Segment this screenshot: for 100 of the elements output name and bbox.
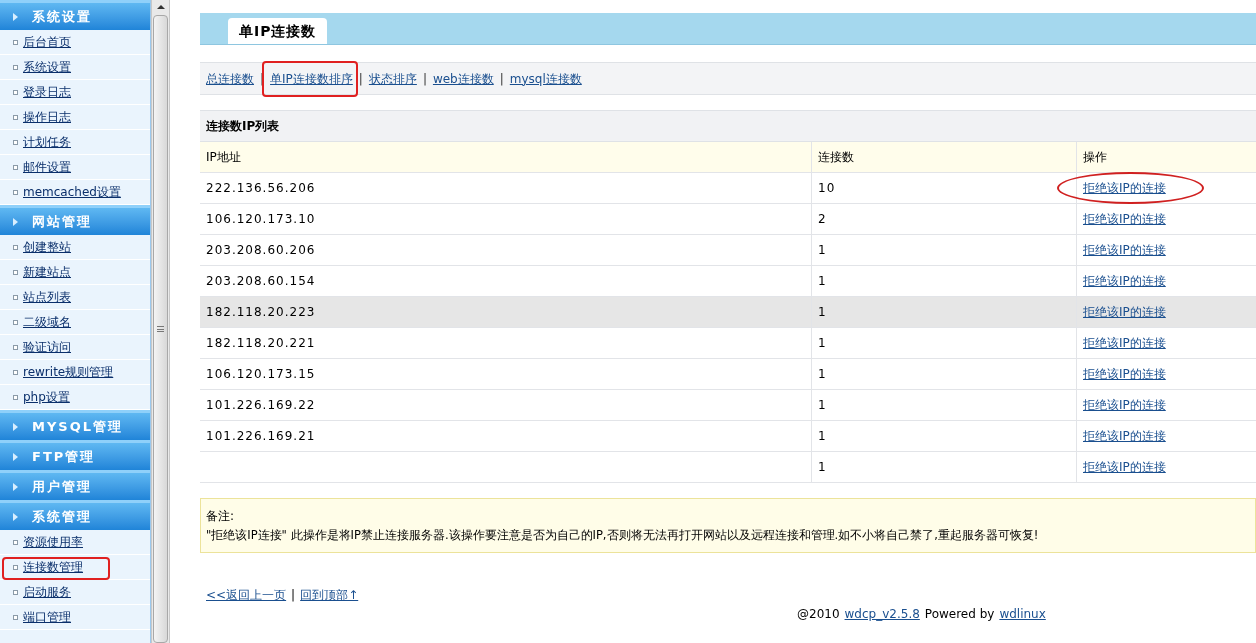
note-title: 备注: (206, 508, 236, 525)
sidebar-link[interactable]: 验证访问 (23, 338, 71, 356)
table-cell-text: 1 (818, 304, 827, 321)
reject-link[interactable]: 拒绝该IP的连接 (1083, 367, 1166, 381)
sidebar-link[interactable]: 启动服务 (23, 583, 71, 601)
triangle-icon (13, 452, 18, 461)
sidebar-link[interactable]: php设置 (23, 388, 70, 406)
sidebar-link[interactable]: 操作日志 (23, 108, 71, 126)
reject-link[interactable]: 拒绝该IP的连接 (1083, 181, 1166, 195)
nav-link[interactable]: web连接数 (432, 69, 494, 88)
bullet-icon (13, 344, 18, 350)
bullet-icon (13, 89, 18, 95)
table-cell-text: 182.118.20.223 (206, 304, 316, 321)
sidebar-link[interactable]: 创建整站 (23, 238, 71, 256)
page-tab[interactable]: 单IP连接数 (228, 18, 328, 44)
table-cell-text: 203.208.60.154 (206, 273, 316, 290)
sidebar-link[interactable]: memcached设置 (23, 183, 121, 201)
separator: | (499, 70, 504, 88)
section-title: MYSQL管理 (32, 417, 124, 436)
sidebar-link[interactable]: 资源使用率 (23, 533, 83, 551)
scroll-thumb[interactable] (153, 15, 168, 643)
table-cell-text: 1 (818, 459, 827, 476)
nav-link[interactable]: mysql连接数 (509, 69, 582, 88)
bullet-icon (13, 589, 18, 595)
table-row[interactable]: 101.226.169.21 1 拒绝该IP的连接 (200, 421, 1256, 452)
table-row[interactable]: 203.208.60.154 1 拒绝该IP的连接 (200, 266, 1256, 297)
sidebar-link[interactable]: rewrite规则管理 (23, 363, 114, 381)
table-row[interactable]: 1 拒绝该IP的连接 (200, 452, 1256, 483)
column-header: 连接数 (811, 142, 1076, 172)
bullet-icon (13, 394, 18, 400)
triangle-icon (13, 512, 18, 521)
section-title: 用户管理 (32, 477, 92, 496)
sidebar-link[interactable]: 后台首页 (23, 33, 71, 51)
vendor-link[interactable]: wdlinux (999, 605, 1046, 624)
footer-link[interactable]: 回到顶部↑ (300, 586, 359, 605)
bullet-icon (13, 189, 18, 195)
reject-link[interactable]: 拒绝该IP的连接 (1083, 243, 1166, 257)
table-cell-text: 182.118.20.221 (206, 335, 316, 352)
bullet-icon (13, 114, 18, 120)
sidebar-link[interactable]: 登录日志 (23, 83, 71, 101)
section-title: 系统设置 (32, 7, 92, 26)
grip-icon (157, 326, 164, 332)
sidebar-link[interactable]: 系统设置 (23, 58, 71, 76)
bullet-icon (13, 319, 18, 325)
bullet-icon (13, 539, 18, 545)
section-title: 系统管理 (32, 507, 92, 526)
table-row[interactable]: 222.136.56.206 10 拒绝该IP的连接 (200, 173, 1256, 204)
sidebar-link[interactable]: 端口管理 (23, 608, 71, 626)
nav-link[interactable]: 单IP连接数排序 (270, 71, 353, 86)
separator: | (291, 587, 296, 605)
reject-link[interactable]: 拒绝该IP的连接 (1083, 212, 1166, 226)
section-title: FTP管理 (32, 447, 96, 466)
table-row[interactable]: 106.120.173.15 1 拒绝该IP的连接 (200, 359, 1256, 390)
reject-link[interactable]: 拒绝该IP的连接 (1083, 429, 1166, 443)
table-cell-text: 1 (818, 397, 827, 414)
table-row[interactable]: 203.208.60.206 1 拒绝该IP的连接 (200, 235, 1256, 266)
sidebar-link[interactable]: 邮件设置 (23, 158, 71, 176)
table-row[interactable]: 182.118.20.221 1 拒绝该IP的连接 (200, 328, 1256, 359)
nav-link[interactable]: 状态排序 (368, 69, 417, 88)
table-cell-text: 101.226.169.21 (206, 428, 316, 445)
reject-link[interactable]: 拒绝该IP的连接 (1083, 398, 1166, 412)
powered-text: Powered by (924, 606, 995, 624)
note-text: "拒绝该IP连接" 此操作是将IP禁止连接服务器.该操作要注意是否为自己的IP,否则将无法再打开网站以及远程连接和管理.如不小将自己禁了,重起服务器可恢复! (206, 527, 1040, 544)
sidebar-link[interactable]: 站点列表 (23, 288, 71, 306)
product-link[interactable]: wdcp_v2.5.8 (844, 605, 920, 624)
sidebar-link[interactable]: 新建站点 (23, 263, 71, 281)
copyright-text: @2010 (797, 606, 840, 624)
sidebar-link[interactable]: 计划任务 (23, 133, 71, 151)
triangle-icon (13, 482, 18, 491)
table-row[interactable]: 106.120.173.10 2 拒绝该IP的连接 (200, 204, 1256, 235)
table-cell-text: 101.226.169.22 (206, 397, 316, 414)
table-row[interactable]: 101.226.169.22 1 拒绝该IP的连接 (200, 390, 1256, 421)
reject-link[interactable]: 拒绝该IP的连接 (1083, 336, 1166, 350)
sidebar-link[interactable]: 二级域名 (23, 313, 71, 331)
table-cell-text: 1 (818, 335, 827, 352)
bullet-icon (13, 294, 18, 300)
scrollbar[interactable] (151, 0, 170, 643)
bullet-icon (13, 244, 18, 250)
bullet-icon (13, 139, 18, 145)
bullet-icon (13, 164, 18, 170)
triangle-icon (13, 12, 18, 21)
table-cell-text: 1 (818, 366, 827, 383)
triangle-icon (13, 217, 18, 226)
table-cell-text: 10 (818, 180, 836, 197)
nav-link[interactable]: 总连接数 (206, 69, 254, 88)
reject-link[interactable]: 拒绝该IP的连接 (1083, 305, 1166, 319)
triangle-icon (13, 422, 18, 431)
sidebar-link[interactable]: 连接数管理 (23, 558, 83, 576)
bullet-icon (13, 614, 18, 620)
reject-link[interactable]: 拒绝该IP的连接 (1083, 274, 1166, 288)
scroll-up-icon[interactable] (156, 5, 165, 9)
table-cell-text: 2 (818, 211, 827, 228)
section-title: 网站管理 (32, 212, 92, 231)
footer-link[interactable]: <<返回上一页 (206, 586, 287, 605)
column-header: IP地址 (205, 149, 242, 166)
table-cell-text: 1 (818, 428, 827, 445)
table-cell-text: 1 (818, 273, 827, 290)
reject-link[interactable]: 拒绝该IP的连接 (1083, 460, 1166, 474)
table-row[interactable]: 182.118.20.223 1 拒绝该IP的连接 (200, 297, 1256, 328)
bullet-icon (13, 39, 18, 45)
